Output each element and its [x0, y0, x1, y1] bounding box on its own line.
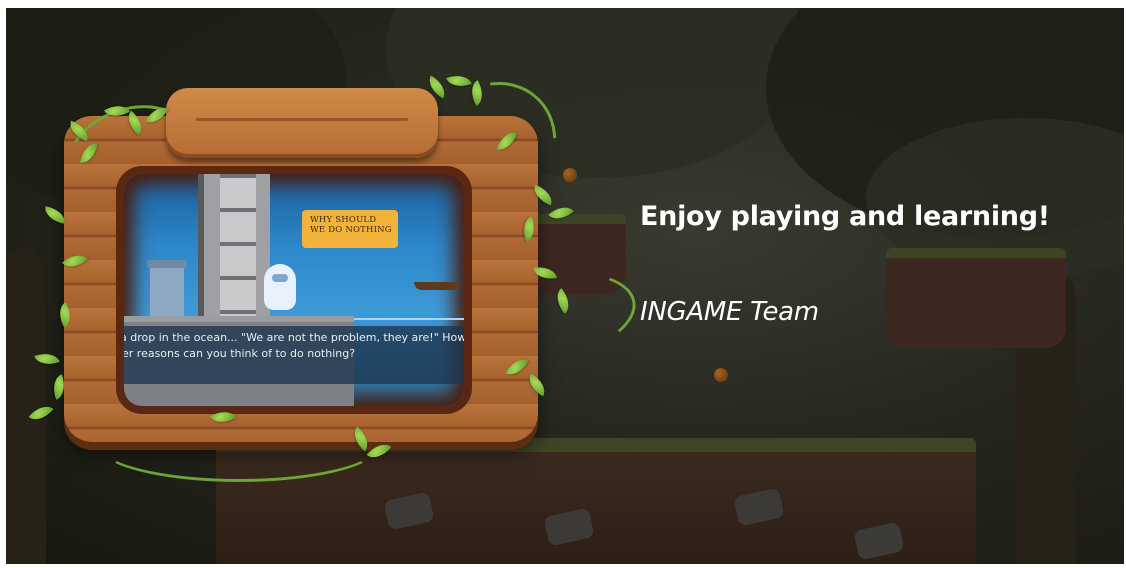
- headline: Enjoy playing and learning!: [640, 201, 1050, 232]
- wooden-plank: [166, 88, 438, 158]
- boat: [414, 282, 460, 290]
- floating-ledge: [886, 248, 1066, 348]
- ladder-rungs: [220, 174, 256, 324]
- team-signature: INGAME Team: [640, 297, 819, 327]
- speech-bubble-line: WE DO NOTHING: [310, 225, 392, 235]
- orb: [714, 368, 728, 382]
- end-screen: WHY SHOULD WE DO NOTHING a drop in the o…: [6, 8, 1124, 564]
- vine: [96, 406, 382, 482]
- speech-bubble-line: WHY SHOULD: [310, 215, 377, 225]
- speech-bubble: WHY SHOULD WE DO NOTHING: [302, 210, 398, 248]
- orb: [563, 168, 577, 182]
- yeti-character: [264, 264, 296, 310]
